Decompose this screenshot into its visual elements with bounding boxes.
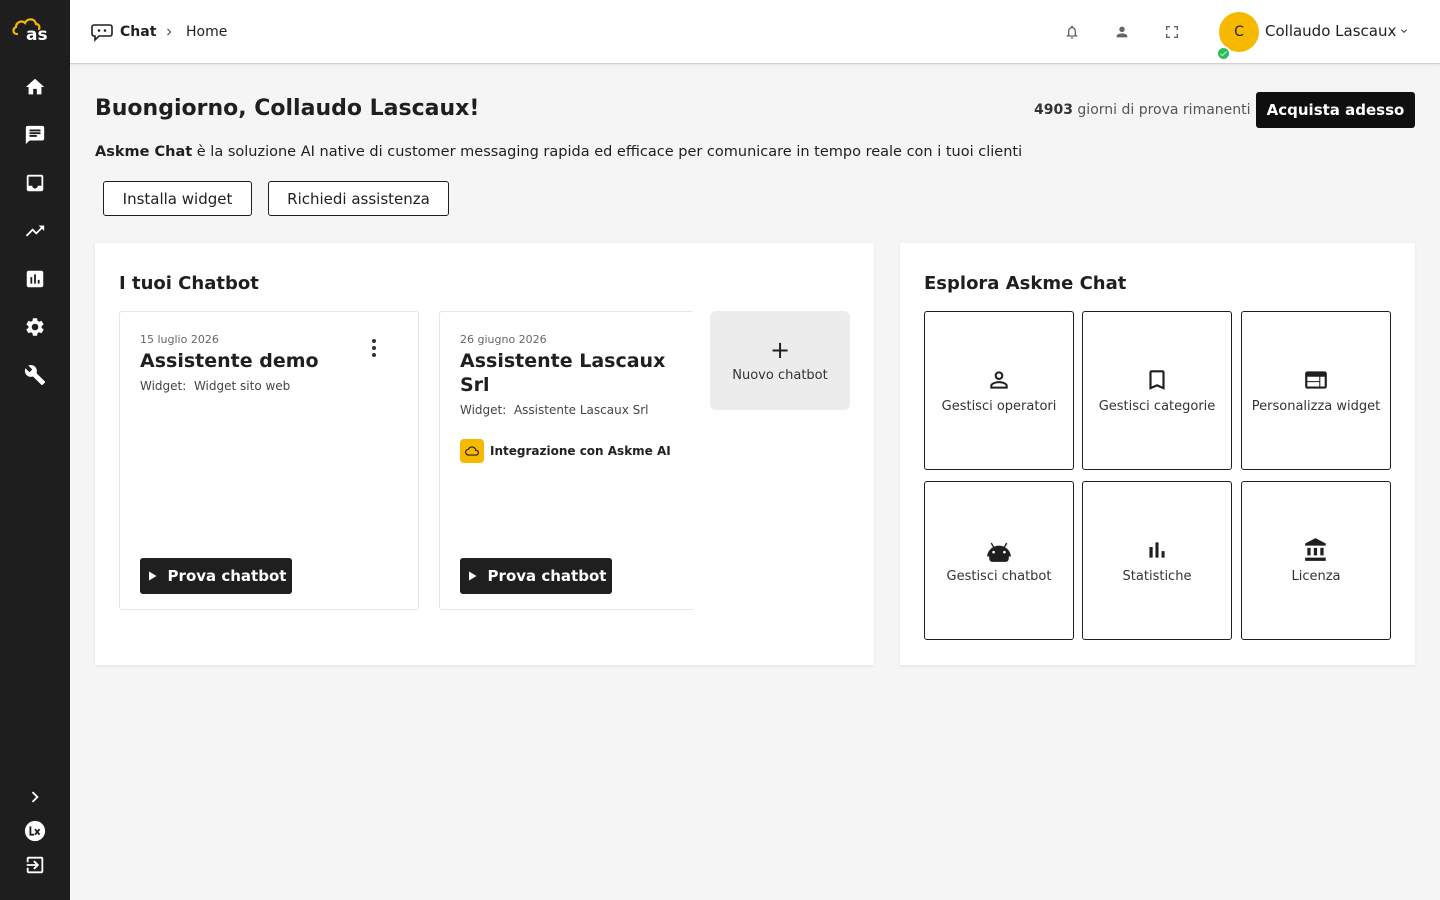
ai-integration-badge: Integrazione con Askme AI	[460, 439, 671, 463]
web-layout-icon	[1305, 371, 1327, 389]
inbox-icon[interactable]	[23, 171, 47, 195]
chatbot-title: Assistente Lascaux Srl	[460, 349, 665, 397]
page-title: Buongiorno, Collaudo Lascaux!	[95, 96, 480, 121]
bar-chart-icon	[1149, 542, 1165, 558]
tile-statistics[interactable]: Statistiche	[1082, 481, 1232, 640]
bar-chart-icon[interactable]	[23, 267, 47, 291]
bookmark-icon	[1149, 370, 1165, 390]
android-icon	[987, 542, 1011, 562]
trial-remaining: 4903 giorni di prova rimanenti	[1034, 102, 1251, 118]
intro-brand: Askme Chat	[95, 144, 193, 160]
topbar: Chat Home C Collaudo Lascaux	[70, 0, 1440, 64]
chatbot-widget-prefix: Widget:	[460, 403, 507, 417]
gear-icon[interactable]	[23, 315, 47, 339]
chevron-down-icon	[1401, 29, 1408, 33]
ai-integration-label: Integrazione con Askme AI	[490, 444, 671, 458]
install-widget-button[interactable]: Installa widget	[103, 181, 252, 216]
trial-days-text: giorni di prova rimanenti	[1077, 102, 1251, 118]
chatbot-title: Assistente demo	[140, 350, 319, 372]
cloud-ai-icon	[460, 439, 484, 463]
breadcrumb-app[interactable]: Chat	[90, 20, 156, 44]
person-icon	[990, 371, 1008, 389]
breadcrumb-app-label: Chat	[120, 24, 157, 40]
explore-panel-title: Esplora Askme Chat	[924, 273, 1127, 294]
wrench-icon[interactable]	[23, 363, 47, 387]
chatbot-card: 15 luglio 2026 Assistente demo Widget: W…	[119, 311, 419, 610]
intro-description: è la soluzione AI native di customer mes…	[196, 144, 1023, 160]
bell-icon[interactable]	[1062, 22, 1082, 42]
logout-icon[interactable]	[23, 853, 47, 877]
chatbot-widget-name: Widget sito web	[193, 379, 291, 393]
intro-text: Askme Chat è la soluzione AI native di c…	[95, 144, 1022, 160]
chatbots-panel-title: I tuoi Chatbot	[119, 273, 259, 294]
chatbot-widget-prefix: Widget:	[140, 379, 187, 393]
chatbot-widget: Widget: Assistente Lascaux Srl	[460, 403, 649, 417]
tile-customize-widget[interactable]: Personalizza widget	[1241, 311, 1391, 470]
breadcrumb-page: Home	[186, 24, 228, 40]
tile-label: Gestisci operatori	[941, 399, 1057, 414]
sidebar: as	[0, 0, 70, 900]
logo-text: as	[26, 25, 48, 44]
try-chatbot-button[interactable]: Prova chatbot	[140, 558, 292, 594]
new-chatbot-button[interactable]: + Nuovo chatbot	[710, 311, 850, 410]
home-icon[interactable]	[23, 75, 47, 99]
chatbot-widget: Widget: Widget sito web	[140, 379, 290, 393]
try-chatbot-button[interactable]: Prova chatbot	[460, 558, 612, 594]
play-icon	[468, 571, 477, 581]
breadcrumb-separator	[162, 20, 176, 44]
new-chatbot-label: Nuovo chatbot	[732, 368, 828, 383]
user-name-label: Collaudo Lascaux	[1265, 22, 1397, 40]
trial-days-count: 4903	[1034, 102, 1073, 118]
tile-label: Gestisci categorie	[1098, 399, 1216, 414]
try-chatbot-label: Prova chatbot	[487, 567, 607, 585]
chatbot-title-line: Srl	[460, 374, 490, 396]
tile-manage-chatbot[interactable]: Gestisci chatbot	[924, 481, 1074, 640]
explore-panel: Esplora Askme Chat Gestisci operatori Ge…	[900, 243, 1415, 665]
online-status-badge	[1216, 46, 1231, 61]
request-support-button[interactable]: Richiedi assistenza	[268, 181, 449, 216]
trending-up-icon[interactable]	[23, 219, 47, 243]
chatbot-widget-name: Assistente Lascaux Srl	[513, 403, 649, 417]
play-icon	[148, 571, 157, 581]
chatbot-title-line: Assistente Lascaux	[460, 350, 666, 372]
chatbot-date: 15 luglio 2026	[140, 333, 219, 346]
tile-license[interactable]: Licenza	[1241, 481, 1391, 640]
chevron-right-icon[interactable]	[23, 785, 47, 809]
tile-manage-categories[interactable]: Gestisci categorie	[1082, 311, 1232, 470]
buy-now-button[interactable]: Acquista adesso	[1256, 92, 1415, 128]
tile-label: Gestisci chatbot	[946, 569, 1052, 584]
person-icon[interactable]	[1112, 22, 1132, 42]
chatbot-card: 26 giugno 2026 Assistente Lascaux Srl Wi…	[439, 311, 694, 610]
tile-manage-operators[interactable]: Gestisci operatori	[924, 311, 1074, 470]
chevron-right-icon	[167, 28, 172, 36]
check-icon	[1220, 51, 1227, 57]
askme-logo[interactable]: as	[11, 14, 59, 45]
try-chatbot-label: Prova chatbot	[167, 567, 287, 585]
fullscreen-icon[interactable]	[1162, 22, 1182, 42]
chat-bot-icon	[91, 24, 113, 42]
plus-icon: +	[769, 336, 791, 364]
lx-logo-icon[interactable]	[23, 819, 47, 843]
chatbot-date: 26 giugno 2026	[460, 333, 547, 346]
tile-label: Personalizza widget	[1251, 399, 1381, 414]
tile-label: Licenza	[1291, 569, 1341, 584]
more-options-icon[interactable]	[364, 336, 384, 360]
tile-label: Statistiche	[1122, 569, 1192, 584]
bank-icon	[1305, 538, 1326, 561]
user-menu[interactable]: Collaudo Lascaux	[1265, 22, 1410, 40]
chat-icon[interactable]	[23, 123, 47, 147]
chatbots-panel: I tuoi Chatbot 15 luglio 2026 Assistente…	[95, 243, 874, 665]
